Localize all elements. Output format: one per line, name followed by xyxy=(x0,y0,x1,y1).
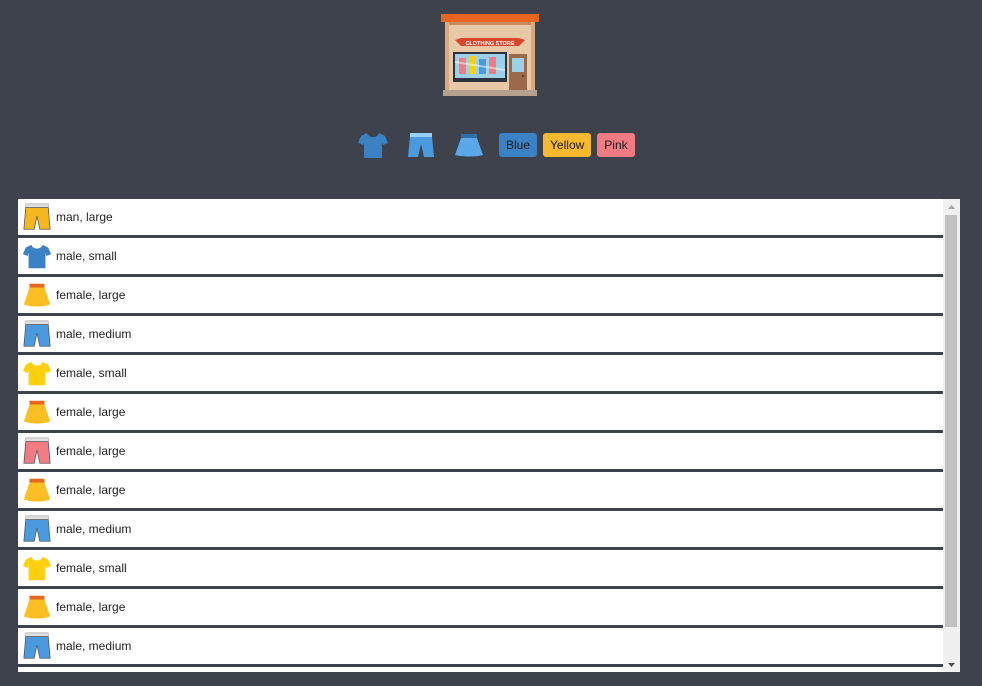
item-label: female, small xyxy=(56,561,127,575)
scroll-up-arrow[interactable] xyxy=(943,199,960,214)
list-item[interactable]: male, medium xyxy=(18,511,943,550)
item-label: male, small xyxy=(56,249,117,263)
tshirt-filter-button[interactable] xyxy=(355,128,391,162)
shorts-icon xyxy=(21,318,53,350)
scroll-thumb[interactable] xyxy=(945,215,957,627)
skirt-icon xyxy=(21,279,53,311)
clothing-store-icon: CLOTHING STORE xyxy=(441,14,539,96)
item-label: man, large xyxy=(56,210,113,224)
list-item[interactable]: female, large xyxy=(18,589,943,628)
list-item[interactable]: man, large xyxy=(18,199,943,238)
skirt-icon xyxy=(21,396,53,428)
shorts-filter-button[interactable] xyxy=(403,128,439,162)
item-label: male, medium xyxy=(56,639,132,653)
pink-filter-button[interactable]: Pink xyxy=(597,133,635,157)
list-item[interactable]: male, medium xyxy=(18,316,943,355)
list-item[interactable]: female, large xyxy=(18,472,943,511)
scroll-down-arrow[interactable] xyxy=(943,657,960,672)
item-label: female, small xyxy=(56,366,127,380)
filter-bar: Blue Yellow Pink xyxy=(355,128,641,162)
item-label: male, medium xyxy=(56,522,132,536)
list-item[interactable]: female, large xyxy=(18,277,943,316)
list-item[interactable]: female, small xyxy=(18,550,943,589)
tshirt-icon xyxy=(21,357,53,389)
item-label: female, large xyxy=(56,600,126,614)
tshirt-icon xyxy=(21,552,53,584)
shorts-icon xyxy=(408,133,434,157)
list-item[interactable]: male, medium xyxy=(18,628,943,667)
list-item[interactable]: female, small xyxy=(18,355,943,394)
scrollbar[interactable] xyxy=(943,199,960,672)
item-label: male, medium xyxy=(56,327,132,341)
shorts-icon xyxy=(21,513,53,545)
item-label: female, large xyxy=(56,288,126,302)
item-label: female, large xyxy=(56,444,126,458)
tshirt-icon xyxy=(21,240,53,272)
clothing-store-logo: CLOTHING STORE xyxy=(441,14,539,98)
tshirt-icon xyxy=(358,133,388,158)
item-label: female, large xyxy=(56,405,126,419)
item-label: female, large xyxy=(56,483,126,497)
skirt-icon xyxy=(21,591,53,623)
shorts-icon xyxy=(21,201,53,233)
blue-filter-button[interactable]: Blue xyxy=(499,133,538,157)
skirt-icon xyxy=(21,474,53,506)
list-item[interactable]: female, large xyxy=(18,433,943,472)
shorts-icon xyxy=(21,435,53,467)
yellow-filter-button[interactable]: Yellow xyxy=(543,133,592,157)
list-item[interactable]: male, small xyxy=(18,238,943,277)
skirt-filter-button[interactable] xyxy=(451,128,487,162)
list-item[interactable]: female, large xyxy=(18,394,943,433)
clothing-list[interactable]: man, large male, small female, large male, … xyxy=(18,199,960,672)
clothing-list-items: man, large male, small female, large male, … xyxy=(18,199,943,667)
store-sign-text: CLOTHING STORE xyxy=(465,41,514,47)
shorts-icon xyxy=(21,630,53,662)
skirt-icon xyxy=(455,134,483,157)
